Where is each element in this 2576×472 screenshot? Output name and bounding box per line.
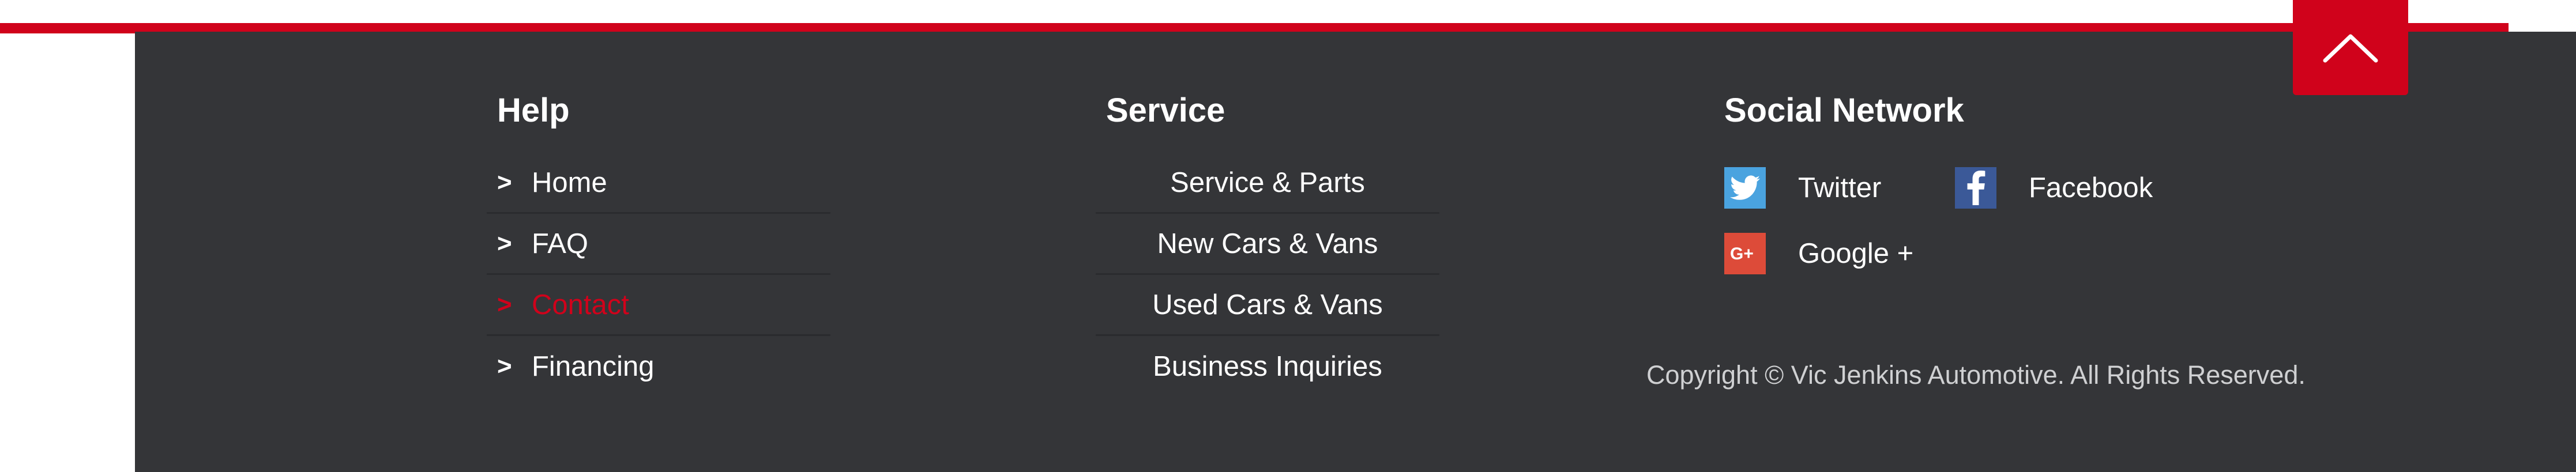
social-link-facebook[interactable]: Facebook <box>1955 167 2153 209</box>
help-heading: Help <box>497 92 570 129</box>
facebook-icon <box>1955 167 1996 209</box>
service-heading: Service <box>1106 92 1225 129</box>
help-link-contact[interactable]: > Contact <box>487 275 830 336</box>
service-link-label: Used Cars & Vans <box>1152 289 1383 320</box>
help-link-label: Home <box>532 167 607 198</box>
chevron-right-icon: > <box>497 229 512 258</box>
page: Help > Home > FAQ > Contact > Financing … <box>0 0 2576 472</box>
help-link-financing[interactable]: > Financing <box>487 336 830 397</box>
help-link-label: Financing <box>532 351 655 382</box>
service-link-used-cars[interactable]: Used Cars & Vans <box>1096 275 1439 336</box>
service-link-new-cars[interactable]: New Cars & Vans <box>1096 214 1439 275</box>
service-links: Service & Parts New Cars & Vans Used Car… <box>1096 153 1439 397</box>
help-link-label: FAQ <box>532 228 589 259</box>
service-link-business-inquiries[interactable]: Business Inquiries <box>1096 336 1439 397</box>
copyright-text: Copyright © Vic Jenkins Automotive. All … <box>1646 360 2306 390</box>
social-link-google-plus[interactable]: G+ Google + <box>1724 233 1913 274</box>
social-link-label: Twitter <box>1798 172 1882 203</box>
service-link-label: Business Inquiries <box>1153 351 1382 382</box>
social-link-label: Google + <box>1798 238 1914 269</box>
social-column: Social Network Twitter Facebook G+ Googl… <box>1724 86 2359 274</box>
chevron-up-icon <box>2323 34 2378 62</box>
scroll-to-top-button[interactable] <box>2293 0 2408 95</box>
social-link-twitter[interactable]: Twitter <box>1724 167 1881 209</box>
service-link-label: Service & Parts <box>1170 167 1365 198</box>
service-link-label: New Cars & Vans <box>1157 228 1378 259</box>
twitter-icon <box>1724 167 1766 209</box>
help-link-faq[interactable]: > FAQ <box>487 214 830 275</box>
chevron-right-icon: > <box>497 352 512 380</box>
social-heading: Social Network <box>1724 92 1964 129</box>
chevron-right-icon: > <box>497 290 512 319</box>
help-column: Help > Home > FAQ > Contact > Financing <box>487 86 832 382</box>
social-link-label: Facebook <box>2029 172 2153 203</box>
chevron-right-icon: > <box>497 168 512 197</box>
service-column: Service Service & Parts New Cars & Vans … <box>1096 86 1441 382</box>
svg-text:G+: G+ <box>1730 244 1754 263</box>
service-link-service-parts[interactable]: Service & Parts <box>1096 153 1439 214</box>
help-links: > Home > FAQ > Contact > Financing <box>487 153 830 397</box>
help-link-label: Contact <box>532 289 629 320</box>
help-link-home[interactable]: > Home <box>487 153 830 214</box>
google-plus-icon: G+ <box>1724 233 1766 274</box>
